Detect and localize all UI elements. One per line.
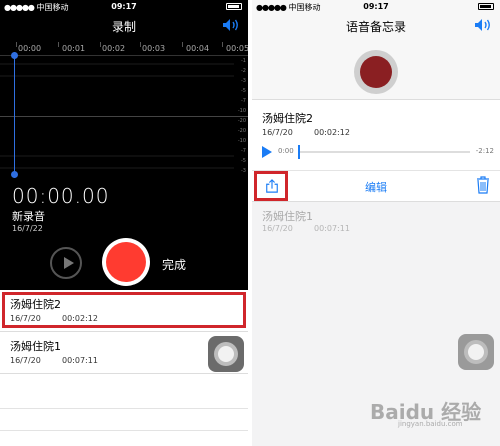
progress-track[interactable]	[298, 151, 470, 153]
status-bar: ●●●●● 中国移动 09:17	[0, 0, 248, 14]
timeline-tick: 00:05	[226, 44, 248, 53]
voice-memos-screen: ●●●●● 中国移动 09:17 语音备忘录 汤姆住院2 16/7/20 00:…	[252, 0, 500, 446]
recording-duration: 00:07:11	[62, 356, 98, 365]
progress-knob[interactable]	[298, 145, 300, 159]
recording-date: 16/7/20	[10, 356, 41, 365]
recording-date: 16/7/20	[262, 128, 293, 137]
status-time: 09:17	[363, 2, 389, 11]
playhead[interactable]	[11, 52, 18, 178]
speaker-icon	[223, 19, 238, 31]
watermark-url: jingyan.baidu.com	[398, 420, 463, 428]
play-icon[interactable]	[262, 146, 272, 158]
new-recording-name: 新录音	[12, 210, 45, 223]
list-item[interactable]: 汤姆住院1 16/7/20 00:07:11	[252, 202, 500, 240]
speaker-icon	[475, 19, 490, 31]
edit-button[interactable]: 编辑	[252, 179, 500, 195]
assistive-touch-button[interactable]	[208, 336, 244, 372]
timeline-tick: 00:02	[102, 44, 126, 53]
status-bar: ●●●●● 中国移动 09:17	[252, 0, 500, 14]
battery-icon	[226, 3, 242, 10]
recording-toolbar: 编辑	[252, 170, 500, 202]
timeline-tick: 00:01	[62, 44, 86, 53]
recording-name: 汤姆住院1	[262, 210, 313, 223]
record-icon	[106, 242, 146, 282]
play-icon	[64, 257, 74, 269]
record-button[interactable]	[354, 50, 398, 94]
screenshot-pair: ●●●●● 中国移动 09:17 录制 00:00 00:01 00:02 00…	[0, 0, 500, 446]
waveform-baseline	[0, 116, 248, 117]
recording-duration: 00:02:12	[314, 128, 350, 137]
assistive-touch-button[interactable]	[458, 334, 494, 370]
recording-screen: ●●●●● 中国移动 09:17 录制 00:00 00:01 00:02 00…	[0, 0, 248, 446]
trash-icon[interactable]	[476, 176, 490, 194]
timeline-tick: 00:04	[186, 44, 210, 53]
record-icon	[360, 56, 392, 88]
timeline-tick: 00:03	[142, 44, 166, 53]
timeline-ruler: 00:00 00:01 00:02 00:03 00:04 00:05	[0, 42, 248, 56]
timeline-tick: 00:00	[18, 44, 42, 53]
list-item[interactable]: 汤姆住院2 16/7/20 00:02:12	[0, 290, 248, 332]
level-scale: -1 -2 -3 -5 -7 -10 -20 -20 -10 -7 -5 -3	[237, 58, 246, 174]
recording-name: 汤姆住院1	[10, 340, 61, 353]
done-button[interactable]: 完成	[162, 256, 186, 273]
remaining-time: -2:12	[475, 147, 494, 155]
recording-duration: 00:07:11	[314, 224, 350, 233]
page-title: 语音备忘录	[345, 20, 406, 34]
highlight-box	[2, 292, 246, 328]
status-time: 09:17	[111, 2, 137, 11]
elapsed-time: 00:00.00	[12, 184, 110, 208]
play-button[interactable]	[50, 247, 82, 279]
selected-recording[interactable]: 汤姆住院2 16/7/20 00:02:12 0:00 -2:12	[252, 100, 500, 170]
watermark-logo: Baidu 经验 jingyan.baidu.com	[370, 394, 496, 434]
battery-icon	[478, 3, 494, 10]
new-recording-date: 16/7/22	[12, 224, 43, 233]
record-button[interactable]	[102, 238, 150, 286]
recording-date: 16/7/20	[262, 224, 293, 233]
recording-name: 汤姆住院2	[262, 112, 313, 125]
page-title: 录制	[111, 20, 136, 34]
current-time: 0:00	[278, 147, 294, 155]
